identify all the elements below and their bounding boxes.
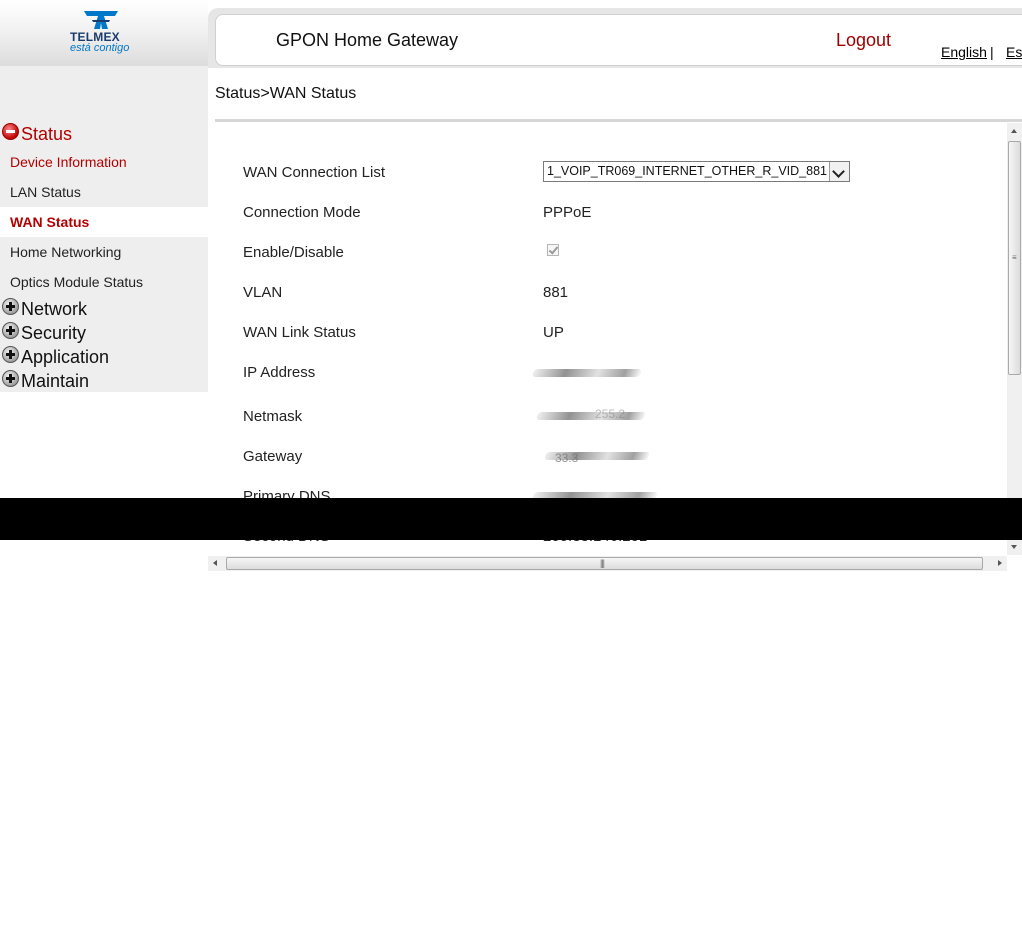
vlan-value: 881 — [543, 284, 569, 301]
logout-link[interactable]: Logout — [836, 30, 891, 51]
horizontal-scroll-thumb[interactable]: ||| — [226, 557, 983, 570]
grip-icon: ≡ — [1012, 253, 1017, 262]
collapse-icon — [2, 122, 19, 140]
page-header-title: GPON Home Gateway — [276, 30, 459, 50]
wan-link-status-value: UP — [543, 324, 564, 341]
sidebar-item-optics-module-status[interactable]: Optics Module Status — [0, 267, 208, 297]
netmask-label: Netmask — [243, 408, 303, 425]
vlan-label: VLAN — [243, 284, 283, 301]
scroll-right-icon[interactable] — [992, 556, 1007, 571]
logo-area: TELMEX está contigo — [0, 0, 208, 66]
brand-tagline: está contigo — [70, 42, 130, 54]
sidebar-item-home-networking[interactable]: Home Networking — [0, 237, 208, 267]
scroll-left-icon[interactable] — [208, 556, 223, 571]
redacted-gateway-value — [543, 452, 651, 460]
language-spanish-link[interactable]: Es — [1006, 44, 1022, 60]
sidebar: Status Device Information LAN Status WAN… — [0, 66, 208, 392]
ip-address-label: IP Address — [243, 364, 316, 381]
sidebar-category-application[interactable]: Application — [2, 345, 110, 368]
grip-icon: ||| — [600, 558, 605, 568]
sidebar-category-status[interactable]: Status — [2, 122, 73, 145]
scroll-down-icon[interactable] — [1007, 540, 1022, 555]
vertical-scroll-thumb[interactable]: ≡ — [1008, 141, 1021, 375]
divider — [215, 119, 1022, 122]
language-separator: | — [990, 44, 994, 60]
sidebar-category-label: Network — [21, 298, 88, 319]
wan-connection-select[interactable]: 1_VOIP_TR069_INTERNET_OTHER_R_VID_881 — [543, 161, 850, 182]
redacted-ip-value — [531, 369, 643, 377]
sidebar-item-device-information[interactable]: Device Information — [0, 147, 208, 177]
expand-icon — [2, 369, 19, 387]
sidebar-category-label: Application — [21, 346, 110, 367]
language-english-link[interactable]: English — [941, 44, 987, 60]
expand-icon — [2, 321, 19, 339]
sidebar-category-network[interactable]: Network — [2, 297, 88, 320]
expand-icon — [2, 297, 19, 315]
redacted-netmask-value — [535, 412, 647, 420]
breadcrumb: Status>WAN Status — [215, 85, 357, 102]
sidebar-item-lan-status[interactable]: LAN Status — [0, 177, 208, 207]
sidebar-item-wan-status[interactable]: WAN Status — [0, 207, 208, 237]
horizontal-scrollbar[interactable]: ||| — [208, 556, 1007, 571]
sidebar-category-security[interactable]: Security — [2, 321, 87, 344]
scroll-up-icon[interactable] — [1007, 123, 1022, 138]
vertical-scrollbar[interactable]: ≡ — [1007, 123, 1022, 555]
wan-status-frame: WAN Connection List 1_VOIP_TR069_INTERNE… — [215, 123, 1007, 555]
sidebar-category-label: Security — [21, 322, 87, 343]
sidebar-category-label: Status — [21, 123, 73, 144]
telmex-logo-icon — [84, 11, 118, 29]
enable-checkbox[interactable] — [547, 244, 559, 256]
connection-mode-value: PPPoE — [543, 204, 592, 221]
expand-icon — [2, 345, 19, 363]
wan-link-status-label: WAN Link Status — [243, 324, 356, 341]
enable-disable-label: Enable/Disable — [243, 244, 344, 261]
connection-mode-label: Connection Mode — [243, 204, 361, 221]
sidebar-category-label: Maintain — [21, 370, 90, 391]
redaction-band — [0, 498, 1022, 540]
wan-connection-selected-value: 1_VOIP_TR069_INTERNET_OTHER_R_VID_881 — [547, 164, 827, 178]
sidebar-category-maintain[interactable]: Maintain — [2, 369, 90, 392]
gateway-label: Gateway — [243, 448, 303, 465]
chevron-down-icon[interactable] — [829, 162, 849, 181]
wan-connection-list-label: WAN Connection List — [243, 164, 386, 181]
